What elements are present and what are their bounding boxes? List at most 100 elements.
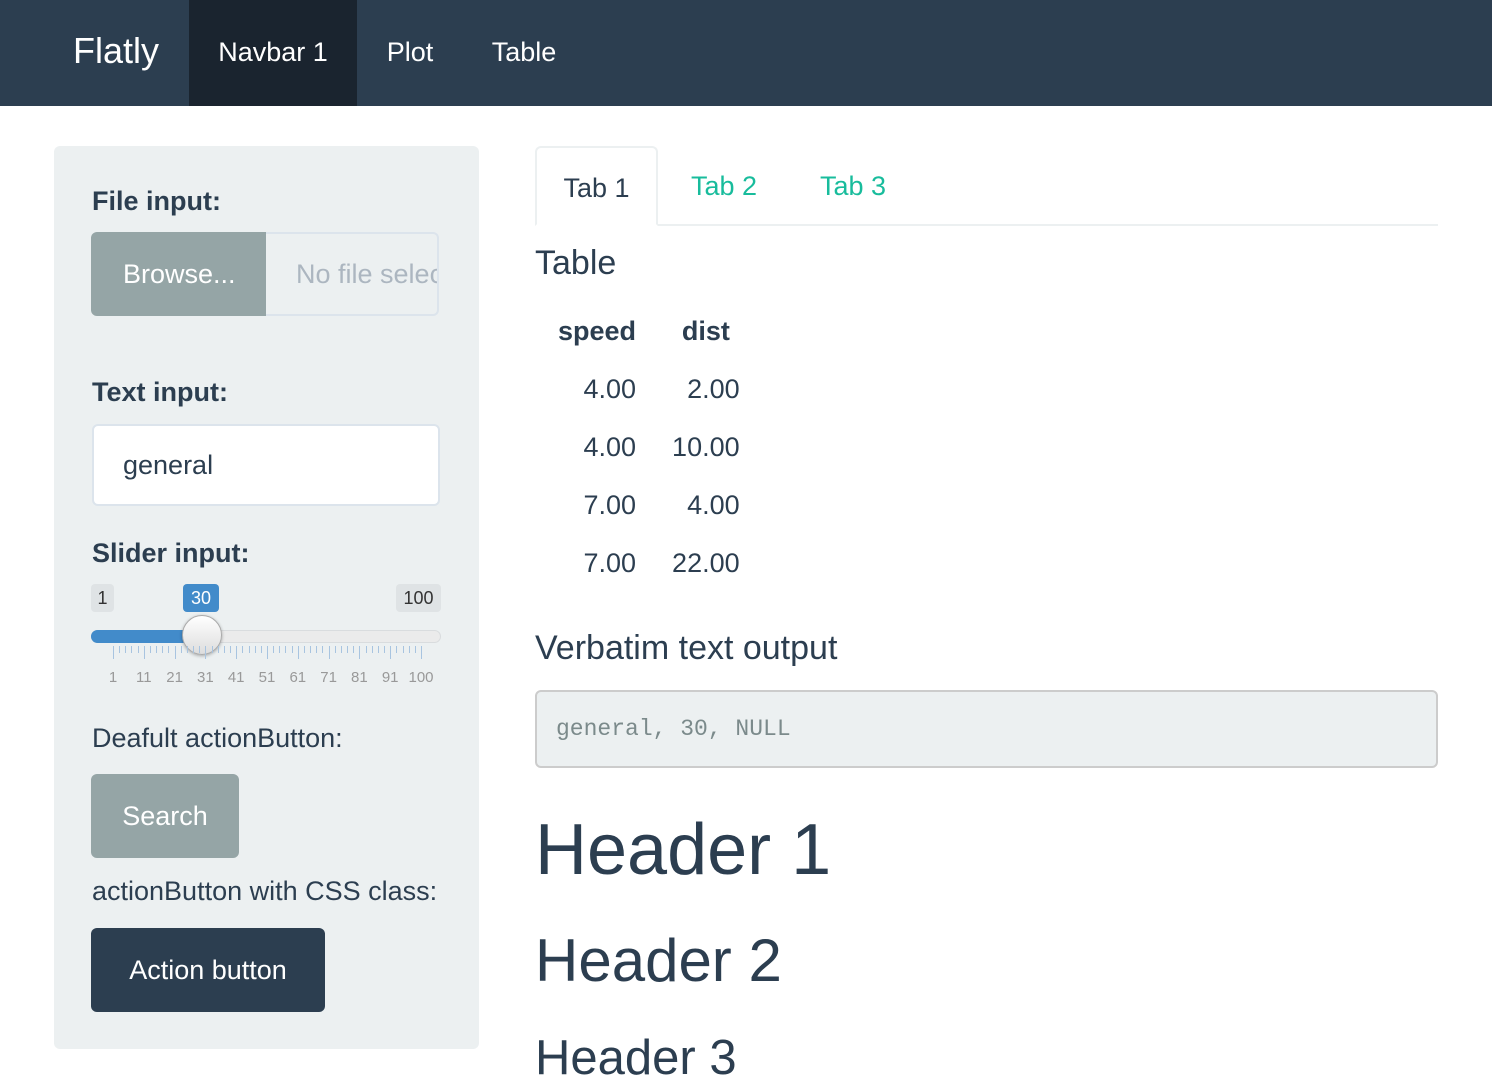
slider-minor-tick xyxy=(162,646,164,653)
slider-minor-tick xyxy=(322,646,324,653)
slider-minor-tick xyxy=(310,646,312,653)
slider-minor-tick xyxy=(291,646,293,653)
slider-minor-tick xyxy=(230,646,232,653)
slider-minor-tick xyxy=(273,646,275,653)
search-button[interactable]: Search xyxy=(91,774,239,858)
table-cell: 4.00 xyxy=(687,489,740,520)
table-row: 7.00 4.00 xyxy=(540,476,758,534)
header-3: Header 3 xyxy=(535,1031,737,1085)
slider-minor-tick xyxy=(414,646,416,653)
table-row: 4.00 2.00 xyxy=(540,360,758,418)
slider-minor-tick xyxy=(377,646,379,653)
slider-tick-label: 100 xyxy=(408,669,434,686)
slider-tick-label: 11 xyxy=(136,669,152,686)
slider-tick-label: 31 xyxy=(197,669,214,686)
slider-minor-tick xyxy=(396,646,398,653)
header-2: Header 2 xyxy=(535,927,782,994)
table-cell: 10.00 xyxy=(672,431,740,462)
default-button-label: Deafult actionButton: xyxy=(92,723,343,753)
nav-item-plot[interactable]: Plot xyxy=(357,0,463,106)
browse-button[interactable]: Browse... xyxy=(91,232,266,316)
slider-minor-tick xyxy=(334,646,336,653)
slider-minor-tick xyxy=(353,646,355,653)
verbatim-output: general, 30, NULL xyxy=(535,690,1438,768)
navbar: Flatly Navbar 1 Plot Table xyxy=(0,0,1492,106)
slider-tick xyxy=(205,646,207,659)
slider-minor-tick xyxy=(260,646,262,653)
slider-minor-tick xyxy=(254,646,256,653)
slider-minor-tick xyxy=(180,646,182,653)
slider-minor-tick xyxy=(384,646,386,653)
slider-min-label: 1 xyxy=(91,584,114,612)
text-input-label: Text input: xyxy=(92,377,228,407)
slider-tick-label: 41 xyxy=(227,669,245,686)
slider-tick xyxy=(113,646,114,659)
slider-minor-tick xyxy=(193,646,195,653)
slider-minor-tick xyxy=(217,646,219,653)
slider-tick-label: 61 xyxy=(289,669,307,686)
slider-grid: 1 11 21 31 41 51 61 71 81 91 100 xyxy=(91,643,441,691)
slider-tick xyxy=(143,646,145,659)
navbar-brand[interactable]: Flatly xyxy=(73,0,159,106)
slider-minor-tick xyxy=(156,646,158,653)
slider-tick-label: 51 xyxy=(258,669,276,686)
data-table: speed dist 4.00 2.00 4.00 10.00 7.00 4.0… xyxy=(540,302,758,592)
slider-minor-tick xyxy=(371,646,373,653)
tab-2[interactable]: Tab 2 xyxy=(671,146,777,226)
column-header-dist: dist xyxy=(681,315,730,346)
slider-minor-tick xyxy=(303,646,305,653)
table-cell: 7.00 xyxy=(583,547,637,578)
slider-tick-label: 21 xyxy=(166,669,183,686)
action-button[interactable]: Action button xyxy=(91,928,325,1012)
slider-minor-tick xyxy=(402,646,404,653)
table-cell: 4.00 xyxy=(583,431,637,462)
slider-input-label: Slider input: xyxy=(92,538,250,568)
slider-tick xyxy=(174,646,176,659)
slider-minor-tick xyxy=(186,646,188,653)
nav-item-table[interactable]: Table xyxy=(463,0,585,106)
slider-tick xyxy=(328,646,330,659)
slider-minor-tick xyxy=(285,646,287,653)
slider-minor-tick xyxy=(131,646,133,653)
slider-minor-tick xyxy=(347,646,349,653)
table-cell: 2.00 xyxy=(687,373,740,404)
tab-1[interactable]: Tab 1 xyxy=(535,146,658,226)
nav-item-navbar-1[interactable]: Navbar 1 xyxy=(189,0,357,106)
slider-tick-label: 81 xyxy=(351,669,368,686)
slider-minor-tick xyxy=(340,646,342,653)
table-header-row: speed dist xyxy=(540,302,758,360)
table-cell: 4.00 xyxy=(583,373,637,404)
slider-minor-tick xyxy=(223,646,225,653)
table-title: Table xyxy=(535,244,617,282)
slider-tick xyxy=(297,646,299,659)
column-header-speed: speed xyxy=(558,315,637,346)
slider-minor-tick xyxy=(199,646,201,653)
table-cell: 22.00 xyxy=(672,547,740,578)
slider-tick-label: 91 xyxy=(381,669,399,686)
slider-minor-tick xyxy=(149,646,151,653)
slider-minor-tick xyxy=(242,646,244,653)
slider-tick xyxy=(359,646,361,659)
table-row: 7.00 22.00 xyxy=(540,534,758,592)
slider-minor-tick xyxy=(211,646,213,653)
slider-tick xyxy=(421,646,422,659)
slider-minor-tick xyxy=(168,646,170,653)
header-1: Header 1 xyxy=(535,810,832,890)
text-input[interactable]: general xyxy=(92,424,440,506)
css-button-label: actionButton with CSS class: xyxy=(92,876,438,906)
slider-tick xyxy=(267,646,268,659)
slider-value-label: 30 xyxy=(183,584,219,612)
slider-minor-tick xyxy=(119,646,121,653)
file-input-label: File input: xyxy=(92,186,221,216)
file-name-field[interactable]: No file selected xyxy=(266,232,439,316)
slider-minor-tick xyxy=(408,646,410,653)
tab-3[interactable]: Tab 3 xyxy=(803,146,903,226)
slider-minor-tick xyxy=(365,646,367,653)
slider-tick xyxy=(390,646,392,659)
slider-minor-tick xyxy=(125,646,127,653)
sidebar-panel: File input: Browse... No file selected T… xyxy=(54,146,479,1049)
slider-tick-label: 1 xyxy=(108,669,118,686)
table-row: 4.00 10.00 xyxy=(540,418,758,476)
slider-minor-tick xyxy=(137,646,139,653)
slider-minor-tick xyxy=(248,646,250,653)
